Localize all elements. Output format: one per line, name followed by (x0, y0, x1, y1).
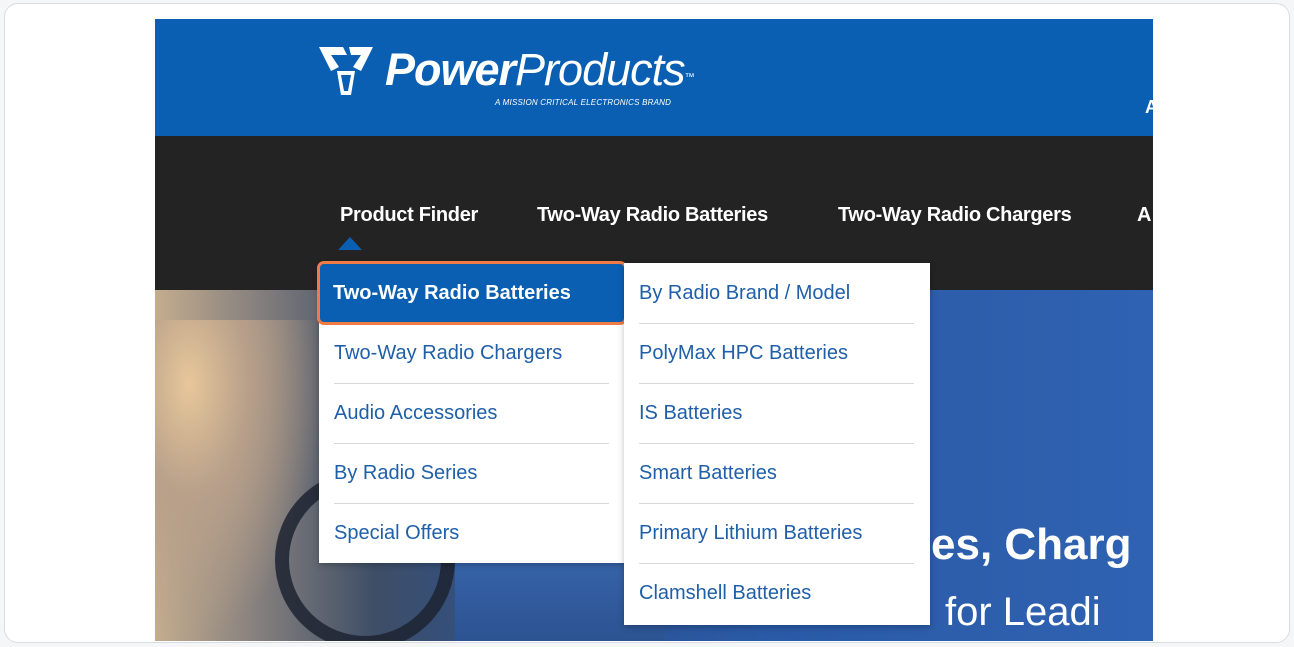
menu-item-two-way-radio-batteries[interactable]: Two-Way Radio Batteries (317, 261, 627, 325)
submenu-item-is-batteries[interactable]: IS Batteries (639, 383, 914, 443)
menu-item-two-way-radio-chargers[interactable]: Two-Way Radio Chargers (334, 323, 609, 383)
nav-item-two-way-radio-batteries[interactable]: Two-Way Radio Batteries (537, 204, 768, 227)
submenu-item-by-radio-brand-model[interactable]: By Radio Brand / Model (639, 263, 914, 323)
brand-tagline: A MISSION CRITICAL ELECTRONICS BRAND (495, 98, 672, 107)
submenu-item-primary-lithium-batteries[interactable]: Primary Lithium Batteries (639, 503, 914, 563)
screenshot-frame: PowerProducts™ A MISSION CRITICAL ELECTR… (4, 3, 1290, 643)
submenu-item-clamshell-batteries[interactable]: Clamshell Batteries (639, 563, 914, 623)
menu-item-audio-accessories[interactable]: Audio Accessories (334, 383, 609, 443)
brand-name-light: Products (515, 44, 686, 95)
nav-item-product-finder[interactable]: Product Finder (340, 204, 478, 227)
dropdown-subcategory-menu: By Radio Brand / Model PolyMax HPC Batte… (624, 263, 930, 625)
header-brand-bar: PowerProducts™ A MISSION CRITICAL ELECTR… (155, 19, 1153, 136)
dropdown-category-menu: Two-Way Radio Batteries Two-Way Radio Ch… (317, 261, 627, 563)
brand-wordmark[interactable]: PowerProducts™ (385, 45, 695, 95)
brand-name-bold: Power (385, 44, 516, 95)
submenu-item-polymax-hpc-batteries[interactable]: PolyMax HPC Batteries (639, 323, 914, 383)
dropdown-caret (338, 237, 362, 250)
hero-subheadline: for Leadi (945, 590, 1101, 634)
header-right-link-partial[interactable]: A (1145, 97, 1153, 118)
hero-headline: es, Charg (931, 520, 1132, 569)
menu-item-special-offers[interactable]: Special Offers (334, 503, 609, 563)
brand-logo-icon[interactable] (317, 41, 375, 99)
nav-item-two-way-radio-chargers[interactable]: Two-Way Radio Chargers (838, 204, 1072, 227)
submenu-item-smart-batteries[interactable]: Smart Batteries (639, 443, 914, 503)
browser-viewport: PowerProducts™ A MISSION CRITICAL ELECTR… (155, 19, 1153, 641)
menu-item-by-radio-series[interactable]: By Radio Series (334, 443, 609, 503)
nav-item-partial[interactable]: A (1137, 204, 1151, 227)
trademark-symbol: ™ (684, 72, 695, 83)
